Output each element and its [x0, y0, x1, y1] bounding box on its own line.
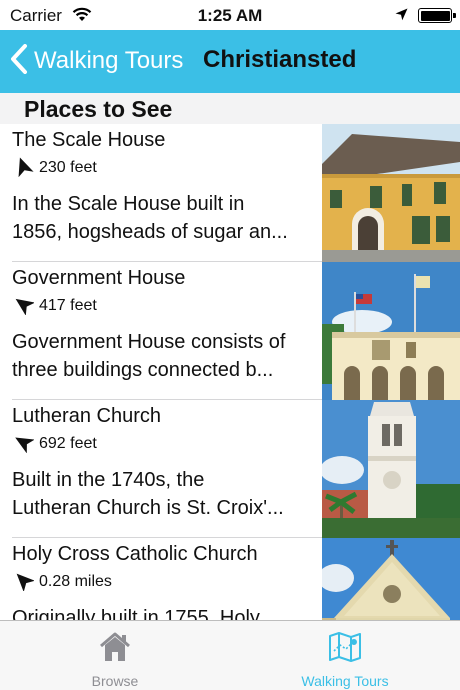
scale-house-photo [322, 124, 460, 262]
distance-label: 230 feet [39, 159, 97, 176]
place-name: Government House [12, 267, 186, 289]
tab-walking-tours-label: Walking Tours [301, 673, 389, 689]
distance: 417 feet [12, 295, 97, 317]
section-title: Places to See [24, 96, 173, 122]
description-line: three buildings connected b... [12, 359, 274, 381]
description-line: Built in the 1740s, the [12, 469, 205, 491]
description-line: Government House consists of [12, 331, 286, 353]
distance: 0.28 miles [12, 571, 112, 593]
status-bar: Carrier 1:25 AM [0, 0, 460, 30]
location-arrow-icon [395, 8, 408, 26]
place-description: Government House consists of three build… [12, 328, 316, 384]
direction-arrow-icon [12, 569, 36, 596]
back-label: Walking Tours [34, 47, 184, 74]
list-item[interactable]: Lutheran Church 692 feet Built in the 17… [0, 400, 460, 538]
places-list[interactable]: The Scale House 230 feet In the Scale Ho… [0, 124, 460, 620]
description-line: Originally built in 1755, Holy [12, 607, 260, 620]
tab-browse-label: Browse [91, 673, 139, 689]
tab-bar: Browse Walking Tours [0, 620, 460, 690]
map-icon [328, 631, 362, 668]
chevron-left-icon [10, 43, 28, 79]
description-line: In the Scale House built in [12, 193, 245, 215]
place-description: Originally built in 1755, Holy [12, 604, 316, 620]
place-name: Holy Cross Catholic Church [12, 543, 258, 565]
holy-cross-church-photo [322, 538, 460, 620]
navigation-bar: Walking Tours Christiansted [0, 30, 460, 93]
place-description: Built in the 1740s, the Lutheran Church … [12, 466, 316, 522]
status-time: 1:25 AM [197, 6, 263, 25]
battery-icon [418, 8, 456, 23]
direction-arrow-icon [12, 431, 35, 458]
direction-arrow-icon [12, 155, 34, 182]
list-item[interactable]: Government House 417 feet Government Hou… [0, 262, 460, 400]
distance-label: 417 feet [39, 297, 97, 314]
distance-label: 0.28 miles [39, 573, 112, 590]
place-name: The Scale House [12, 129, 166, 151]
distance-label: 692 feet [39, 435, 97, 452]
back-button[interactable]: Walking Tours [10, 43, 184, 79]
tab-browse[interactable]: Browse [0, 621, 230, 690]
page-title: Christiansted [203, 46, 357, 73]
distance: 692 feet [12, 433, 97, 455]
section-header: Places to See [0, 93, 460, 124]
list-item[interactable]: The Scale House 230 feet In the Scale Ho… [0, 124, 460, 262]
tab-walking-tours[interactable]: Walking Tours [230, 621, 460, 690]
description-line: 1856, hogsheads of sugar an... [12, 221, 288, 243]
list-item[interactable]: Holy Cross Catholic Church 0.28 miles Or… [0, 538, 460, 620]
government-house-photo [322, 262, 460, 400]
description-line: Lutheran Church is St. Croix'... [12, 497, 284, 519]
distance: 230 feet [12, 157, 97, 179]
direction-arrow-icon [12, 293, 35, 320]
lutheran-church-photo [322, 400, 460, 538]
place-description: In the Scale House built in 1856, hogshe… [12, 190, 316, 246]
place-name: Lutheran Church [12, 405, 161, 427]
house-icon [98, 631, 132, 668]
